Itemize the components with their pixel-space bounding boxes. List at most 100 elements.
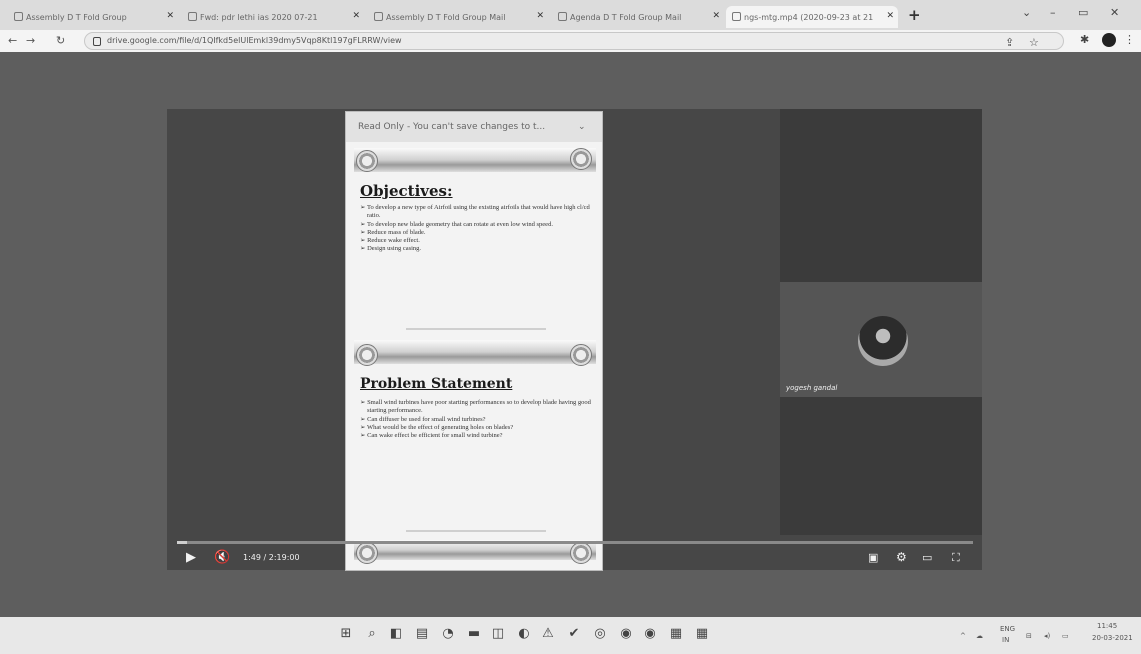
cloud-icon[interactable]: ☁ xyxy=(976,632,983,640)
list-item: ➢ What would be the effect of generating… xyxy=(360,423,514,431)
shared-document: Read Only - You can't save changes to t.… xyxy=(345,111,603,571)
slide-footer xyxy=(406,530,546,532)
participant-tile xyxy=(780,109,982,282)
minimize-icon[interactable]: – xyxy=(1050,6,1056,19)
slide-footer xyxy=(406,328,546,330)
close-icon[interactable]: ✕ xyxy=(536,11,544,21)
logo-icon xyxy=(356,542,378,564)
browser-tab-active[interactable]: ngs-mtg.mp4 (2020-09-23 at 21 ✕ xyxy=(726,6,898,28)
search-icon[interactable]: ⌕ xyxy=(364,626,380,642)
language-code[interactable]: ENG xyxy=(1000,625,1015,633)
app-icon[interactable]: ▦ xyxy=(668,626,684,642)
address-row: ← → ↻ drive.google.com/file/d/1QIfkd5elU… xyxy=(0,30,1141,52)
back-icon[interactable]: ← xyxy=(8,34,17,47)
list-item: ➢ Can wake effect be efficient for small… xyxy=(360,432,503,440)
tab-favicon-icon xyxy=(14,12,23,21)
read-only-notice: Read Only - You can't save changes to t.… xyxy=(358,122,546,132)
logo-icon xyxy=(356,344,378,366)
tab-favicon-icon xyxy=(188,12,197,21)
slide-title: Objectives: xyxy=(360,182,453,200)
app-icon[interactable]: ⚠ xyxy=(540,626,556,642)
address-bar[interactable]: drive.google.com/file/d/1QIfkd5elUlEmkl3… xyxy=(84,32,1064,50)
list-item: ➢ Can diffuser be used for small wind tu… xyxy=(360,415,486,423)
app-icon[interactable]: ◎ xyxy=(592,626,608,642)
slide-banner xyxy=(354,340,596,364)
document-toolbar: Read Only - You can't save changes to t.… xyxy=(346,112,602,142)
start-icon[interactable]: ⊞ xyxy=(338,626,354,642)
volume-icon[interactable]: ◂) xyxy=(1044,632,1050,640)
chrome-icon[interactable]: ◉ xyxy=(642,626,658,642)
store-icon[interactable]: ◫ xyxy=(490,626,506,642)
play-icon[interactable]: ▶ xyxy=(186,550,196,565)
list-item: ➢ To develop a new type of Airfoil using… xyxy=(360,204,590,220)
url-text: drive.google.com/file/d/1QIfkd5elUlEmkl3… xyxy=(107,36,402,45)
list-item: ➢ Reduce mass of blade. xyxy=(360,228,426,236)
lock-icon xyxy=(93,37,101,46)
participant-tile xyxy=(780,397,982,535)
tab-label: Fwd: pdr lethi ias 2020 07-21 xyxy=(200,12,318,22)
language-region: IN xyxy=(1002,636,1010,644)
slide-banner xyxy=(354,148,596,172)
drive-favicon-icon xyxy=(732,12,741,21)
close-icon[interactable]: ✕ xyxy=(886,11,894,21)
tab-favicon-icon xyxy=(374,12,383,21)
participant-avatar xyxy=(858,316,908,366)
window-close-icon[interactable]: ✕ xyxy=(1110,6,1119,19)
forward-icon[interactable]: → xyxy=(26,34,35,47)
menu-icon[interactable]: ⋮ xyxy=(1124,33,1135,46)
extensions-icon[interactable]: ✱ xyxy=(1080,33,1089,46)
battery-icon[interactable]: ▭ xyxy=(1062,632,1069,640)
maximize-icon[interactable]: ▭ xyxy=(1078,6,1088,19)
browser-tab[interactable]: Assembly D T Fold Group ✕ xyxy=(8,6,178,28)
star-icon[interactable]: ☆ xyxy=(1029,36,1039,49)
browser-tab[interactable]: Fwd: pdr lethi ias 2020 07-21 ✕ xyxy=(182,6,364,28)
widgets-icon[interactable]: ▤ xyxy=(414,626,430,642)
mute-icon[interactable]: 🔇 xyxy=(214,550,230,565)
chevron-down-icon[interactable]: ⌄ xyxy=(1022,6,1031,19)
chevron-up-icon[interactable]: ^ xyxy=(960,632,966,640)
explorer-icon[interactable]: ▬ xyxy=(466,626,482,642)
tab-favicon-icon xyxy=(558,12,567,21)
browser-tabstrip: Assembly D T Fold Group ✕ Fwd: pdr lethi… xyxy=(0,0,1141,30)
fullscreen-icon[interactable]: ⛶ xyxy=(952,551,960,565)
share-icon[interactable]: ⇪ xyxy=(1005,36,1014,49)
objectives-list: ➢ To develop a new type of Airfoil using… xyxy=(360,204,592,254)
chat-icon[interactable]: ◔ xyxy=(440,626,456,642)
screen: Assembly D T Fold Group ✕ Fwd: pdr lethi… xyxy=(0,0,1141,654)
close-icon[interactable]: ✕ xyxy=(712,11,720,21)
gear-icon[interactable]: ⚙ xyxy=(896,550,907,564)
tab-label: ngs-mtg.mp4 (2020-09-23 at 21 xyxy=(744,12,874,22)
chrome-icon[interactable]: ◉ xyxy=(618,626,634,642)
slide-title: Problem Statement xyxy=(360,376,513,392)
seek-bar-fill xyxy=(177,541,188,544)
reload-icon[interactable]: ↻ xyxy=(56,34,65,47)
clock-time[interactable]: 11:45 xyxy=(1097,622,1117,630)
logo-icon xyxy=(570,148,592,170)
logo-icon xyxy=(570,542,592,564)
edge-icon[interactable]: ◐ xyxy=(516,626,532,642)
browser-tab[interactable]: Agenda D T Fold Group Mail ✕ xyxy=(552,6,724,28)
seek-bar[interactable] xyxy=(177,541,973,544)
logo-icon xyxy=(570,344,592,366)
time-display: 1:49 / 2:19:00 xyxy=(243,553,300,562)
network-icon[interactable]: ⊟ xyxy=(1026,632,1032,640)
miniplayer-icon[interactable]: ▭ xyxy=(922,551,932,564)
avatar[interactable] xyxy=(1102,33,1116,47)
close-icon[interactable]: ✕ xyxy=(166,11,174,21)
new-tab-button[interactable]: + xyxy=(908,6,921,24)
chevron-down-icon[interactable]: ⌄ xyxy=(578,122,586,132)
app-icon[interactable]: ▦ xyxy=(694,626,710,642)
list-item: ➢ Reduce wake effect. xyxy=(360,237,420,245)
task-view-icon[interactable]: ◧ xyxy=(388,626,404,642)
list-item: ➢ To develop new blade geometry that can… xyxy=(360,220,553,228)
tab-label: Agenda D T Fold Group Mail xyxy=(570,12,682,22)
participant-name: yogesh gandal xyxy=(786,384,838,392)
list-item: ➢ Small wind turbines have poor starting… xyxy=(360,399,591,415)
logo-icon xyxy=(356,150,378,172)
problem-list: ➢ Small wind turbines have poor starting… xyxy=(360,399,592,440)
browser-tab[interactable]: Assembly D T Fold Group Mail ✕ xyxy=(368,6,548,28)
clock-date[interactable]: 20-03-2021 xyxy=(1092,634,1133,642)
captions-icon[interactable]: ▣ xyxy=(868,551,878,564)
close-icon[interactable]: ✕ xyxy=(352,11,360,21)
app-icon[interactable]: ✔ xyxy=(566,626,582,642)
